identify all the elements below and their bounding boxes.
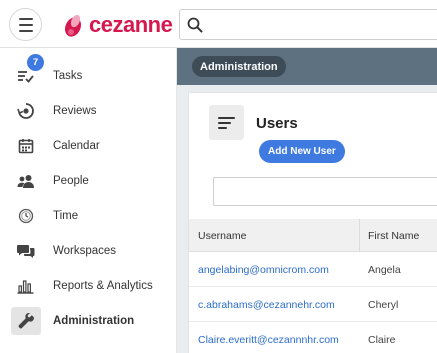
search-icon: [187, 17, 203, 33]
menu-button[interactable]: [9, 8, 42, 41]
reports-icon: [11, 272, 41, 300]
table-row[interactable]: Claire.everitt@cezannnhr.com Claire: [189, 322, 437, 353]
wrench-icon: [11, 306, 41, 335]
table-header: Username First Name: [189, 219, 437, 252]
sidebar-item-label: Time: [53, 209, 79, 222]
section-header: Administration: [177, 48, 437, 85]
add-new-user-button[interactable]: Add New User: [259, 140, 345, 163]
sidebar: Tasks Reviews Calendar People Time Works…: [0, 48, 177, 353]
cezanne-logo-mark: [64, 14, 82, 37]
list-icon-line: [218, 121, 231, 124]
list-icon: [209, 105, 244, 140]
username-link[interactable]: c.abrahams@cezannehr.com: [198, 287, 335, 322]
first-name-cell: Claire: [368, 333, 396, 346]
reviews-icon: [11, 97, 41, 125]
sidebar-item-workspaces[interactable]: Workspaces: [0, 233, 177, 268]
tasks-count-badge: 7: [27, 54, 44, 71]
sidebar-item-label: People: [53, 174, 89, 187]
brand-name: cezanne: [89, 12, 173, 37]
sidebar-item-calendar[interactable]: Calendar: [0, 128, 177, 163]
hamburger-line: [18, 29, 33, 32]
column-header-username[interactable]: Username: [198, 219, 246, 252]
hamburger-line: [18, 17, 33, 20]
username-link[interactable]: angelabing@omnicrom.com: [198, 252, 329, 287]
table-row[interactable]: c.abrahams@cezannehr.com Cheryl: [189, 287, 437, 322]
filter-input[interactable]: [213, 177, 437, 206]
sidebar-item-label: Administration: [53, 314, 135, 327]
workspaces-icon: [11, 237, 41, 265]
time-icon: [11, 202, 41, 230]
breadcrumb[interactable]: Administration: [192, 56, 286, 77]
first-name-cell: Angela: [368, 263, 401, 276]
search-input[interactable]: [179, 9, 437, 40]
calendar-icon: [11, 132, 41, 160]
sidebar-item-reports[interactable]: Reports & Analytics: [0, 268, 177, 303]
users-card: Users Add New User Username First Name a…: [188, 92, 437, 353]
cezanne-logo[interactable]: cezanne: [63, 10, 173, 40]
list-icon-line: [218, 116, 235, 119]
sidebar-item-label: Tasks: [53, 69, 83, 82]
sidebar-item-reviews[interactable]: Reviews: [0, 93, 177, 128]
username-link[interactable]: Claire.everitt@cezannnhr.com: [198, 322, 339, 353]
top-bar: cezanne: [0, 0, 437, 48]
main-content: Administration Users Add New User Userna…: [177, 48, 437, 353]
sidebar-item-label: Calendar: [53, 139, 100, 152]
column-divider: [359, 219, 360, 252]
sidebar-item-label: Reports & Analytics: [53, 279, 153, 292]
sidebar-item-time[interactable]: Time: [0, 198, 177, 233]
sidebar-item-administration[interactable]: Administration: [0, 303, 177, 338]
column-header-first-name[interactable]: First Name: [368, 219, 419, 252]
sidebar-item-label: Workspaces: [53, 244, 117, 257]
hamburger-line: [18, 23, 33, 26]
table-row[interactable]: angelabing@omnicrom.com Angela: [189, 252, 437, 287]
sidebar-item-people[interactable]: People: [0, 163, 177, 198]
people-icon: [11, 167, 41, 195]
sidebar-item-label: Reviews: [53, 104, 97, 117]
first-name-cell: Cheryl: [368, 298, 399, 311]
page-title: Users: [256, 115, 298, 132]
list-icon-line: [218, 126, 227, 129]
